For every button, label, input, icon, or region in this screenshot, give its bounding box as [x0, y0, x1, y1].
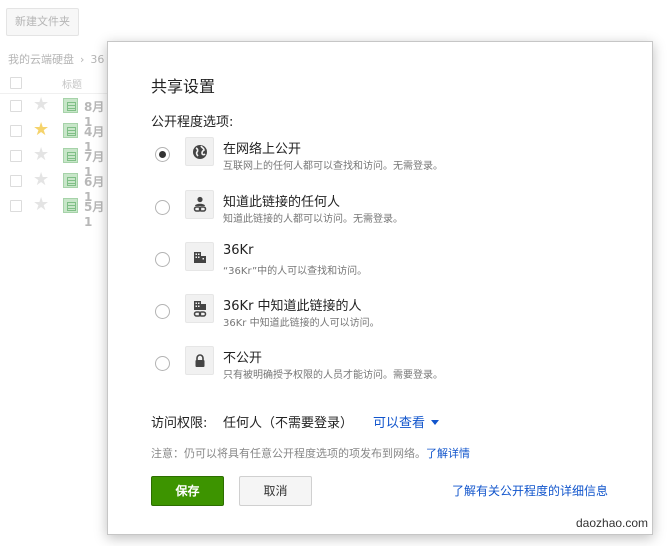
title-column-header[interactable]: 标题 [62, 76, 82, 91]
access-level-dropdown[interactable]: 可以查看 [373, 412, 440, 431]
breadcrumb-current[interactable]: 36 [90, 53, 104, 66]
option-description: 知道此链接的人都可以访问。无需登录。 [223, 214, 403, 225]
globe-icon [185, 137, 214, 166]
radio-private[interactable] [155, 356, 170, 371]
star-icon[interactable]: ★ [33, 170, 49, 190]
option-title: 知道此链接的任何人 [223, 195, 341, 210]
spreadsheet-icon [63, 98, 78, 113]
spreadsheet-icon [63, 123, 78, 138]
sharing-settings-dialog: 共享设置 公开程度选项: 在网络上公开 互联网上的任何人都可以查找和访问。无需登… [107, 41, 653, 535]
access-label: 访问权限: [151, 416, 208, 431]
breadcrumb: 我的云端硬盘 › 36 [8, 51, 104, 67]
spreadsheet-icon [63, 173, 78, 188]
building-link-icon [185, 294, 214, 323]
note: 注意：仍可以将具有任意公开程度选项的项发布到网络。了解详情 [151, 445, 470, 461]
radio-domain[interactable] [155, 252, 170, 267]
building-icon [185, 242, 214, 271]
new-folder-button[interactable]: 新建文件夹 [6, 8, 79, 36]
visibility-option-private[interactable]: 不公开 只有被明确授予权限的人员才能访问。需要登录。 [108, 346, 654, 386]
option-title: 在网络上公开 [223, 142, 302, 157]
caret-down-icon [431, 420, 440, 425]
save-button[interactable]: 保存 [151, 476, 224, 506]
select-all-checkbox[interactable] [10, 77, 22, 89]
access-level-label: 可以查看 [373, 416, 426, 431]
visibility-option-domain[interactable]: 36Kr “36Kr”中的人可以查找和访问。 [108, 242, 654, 282]
star-icon[interactable]: ★ [33, 145, 49, 165]
radio-anyone-with-link[interactable] [155, 200, 170, 215]
option-description: “36Kr”中的人可以查找和访问。 [223, 266, 368, 277]
breadcrumb-separator: › [80, 53, 85, 66]
row-checkbox[interactable] [10, 100, 22, 112]
visibility-options-label: 公开程度选项: [151, 115, 234, 130]
file-row[interactable]: ★ 6月1 [0, 169, 110, 204]
access-value: 任何人（不需要登录） [223, 416, 354, 431]
radio-public[interactable] [155, 147, 170, 162]
spreadsheet-icon [63, 198, 78, 213]
star-icon[interactable]: ★ [33, 95, 49, 115]
person-link-icon [185, 190, 214, 219]
row-checkbox[interactable] [10, 175, 22, 187]
visibility-option-public[interactable]: 在网络上公开 互联网上的任何人都可以查找和访问。无需登录。 [108, 137, 654, 177]
cancel-button[interactable]: 取消 [239, 476, 312, 506]
note-learn-link[interactable]: 了解详情 [426, 447, 470, 460]
file-row[interactable]: ★ 4月1 [0, 119, 110, 154]
file-row[interactable]: ★ 7月1 [0, 144, 110, 179]
column-header: 标题 [0, 72, 110, 94]
option-title: 36Kr 中知道此链接的人 [223, 299, 362, 314]
option-title: 不公开 [223, 351, 263, 366]
file-row[interactable]: ★ 5月1 [0, 194, 110, 229]
radio-domain-with-link[interactable] [155, 304, 170, 319]
row-checkbox[interactable] [10, 125, 22, 137]
note-text: 注意：仍可以将具有任意公开程度选项的项发布到网络。 [151, 447, 426, 460]
dialog-title: 共享设置 [151, 77, 216, 96]
visibility-option-anyone-with-link[interactable]: 知道此链接的任何人 知道此链接的人都可以访问。无需登录。 [108, 190, 654, 230]
learn-more-link[interactable]: 了解有关公开程度的详细信息 [452, 482, 608, 499]
row-checkbox[interactable] [10, 200, 22, 212]
breadcrumb-root[interactable]: 我的云端硬盘 [8, 53, 74, 66]
watermark: daozhao.com [576, 516, 649, 530]
file-row[interactable]: ★ 8月1 [0, 94, 110, 129]
row-checkbox[interactable] [10, 150, 22, 162]
star-icon[interactable]: ★ [33, 195, 49, 215]
lock-icon [185, 346, 214, 375]
star-icon[interactable]: ★ [33, 120, 49, 140]
option-description: 36Kr 中知道此链接的人可以访问。 [223, 318, 380, 329]
spreadsheet-icon [63, 148, 78, 163]
option-description: 只有被明确授予权限的人员才能访问。需要登录。 [223, 370, 443, 381]
option-description: 互联网上的任何人都可以查找和访问。无需登录。 [223, 161, 443, 172]
option-title: 36Kr [223, 243, 254, 258]
visibility-option-domain-with-link[interactable]: 36Kr 中知道此链接的人 36Kr 中知道此链接的人可以访问。 [108, 294, 654, 334]
